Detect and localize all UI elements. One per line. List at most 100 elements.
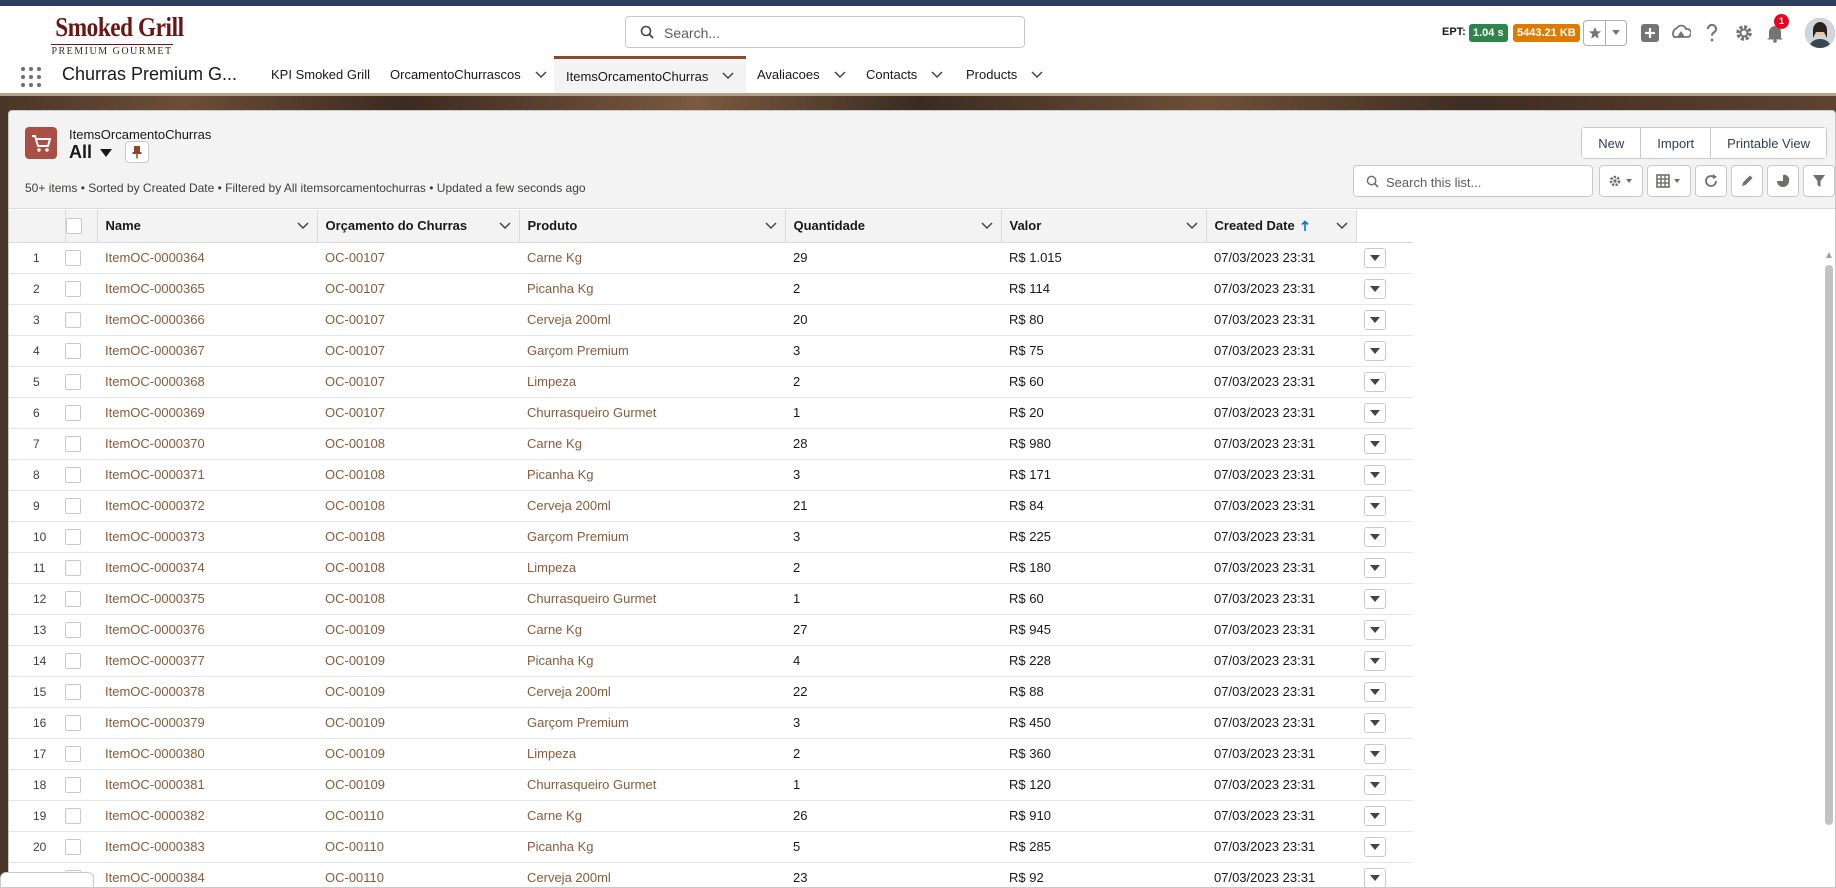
record-name-link[interactable]: ItemOC-0000364 — [105, 250, 205, 265]
orcamento-link[interactable]: OC-00108 — [325, 467, 385, 482]
produto-link[interactable]: Cerveja 200ml — [527, 498, 611, 513]
chevron-down-icon[interactable] — [834, 69, 846, 81]
tab-kpi-smoked-grill[interactable]: KPI Smoked Grill — [271, 56, 374, 93]
chevron-down-icon[interactable] — [1335, 220, 1348, 232]
row-actions-dropdown-button[interactable] — [1364, 495, 1386, 516]
filters-button[interactable] — [1803, 165, 1835, 197]
list-view-controls-button[interactable] — [1599, 165, 1643, 197]
chevron-down-icon[interactable] — [931, 69, 943, 81]
utility-bar-tab[interactable] — [0, 872, 94, 888]
tab-contacts[interactable]: Contacts — [866, 56, 943, 93]
row-actions-dropdown-button[interactable] — [1364, 867, 1386, 887]
orcamento-link[interactable]: OC-00109 — [325, 653, 385, 668]
row-checkbox[interactable] — [65, 466, 81, 483]
produto-link[interactable]: Cerveja 200ml — [527, 684, 611, 699]
column-header-name[interactable]: Name — [97, 210, 318, 243]
row-checkbox[interactable] — [65, 776, 81, 793]
list-search-input[interactable] — [1386, 172, 1586, 192]
orcamento-link[interactable]: OC-00107 — [325, 281, 385, 296]
produto-link[interactable]: Carne Kg — [527, 808, 582, 823]
record-name-link[interactable]: ItemOC-0000366 — [105, 312, 205, 327]
chevron-down-icon[interactable] — [1031, 69, 1043, 81]
orcamento-link[interactable]: OC-00108 — [325, 591, 385, 606]
row-actions-dropdown-button[interactable] — [1364, 402, 1386, 423]
orcamento-link[interactable]: OC-00110 — [325, 808, 384, 823]
chevron-down-icon[interactable] — [1185, 220, 1198, 232]
produto-link[interactable]: Churrasqueiro Gurmet — [527, 591, 656, 606]
tab-orcamento-churrascos[interactable]: OrcamentoChurrascos — [390, 56, 547, 93]
produto-link[interactable]: Carne Kg — [527, 622, 582, 637]
row-actions-dropdown-button[interactable] — [1364, 743, 1386, 764]
orcamento-link[interactable]: OC-00109 — [325, 684, 385, 699]
favorites-dropdown-button[interactable] — [1605, 21, 1626, 45]
row-actions-dropdown-button[interactable] — [1364, 371, 1386, 392]
row-actions-dropdown-button[interactable] — [1364, 433, 1386, 454]
record-name-link[interactable]: ItemOC-0000373 — [105, 529, 205, 544]
record-name-link[interactable]: ItemOC-0000379 — [105, 715, 205, 730]
row-actions-dropdown-button[interactable] — [1364, 526, 1386, 547]
chevron-down-icon[interactable] — [980, 220, 993, 232]
row-checkbox[interactable] — [65, 838, 81, 855]
record-name-link[interactable]: ItemOC-0000383 — [105, 839, 205, 854]
orcamento-link[interactable]: OC-00107 — [325, 405, 385, 420]
record-name-link[interactable]: ItemOC-0000378 — [105, 684, 205, 699]
chevron-down-icon[interactable] — [296, 220, 309, 232]
produto-link[interactable]: Cerveja 200ml — [527, 312, 611, 327]
printable-view-button[interactable]: Printable View — [1710, 128, 1826, 158]
row-actions-dropdown-button[interactable] — [1364, 774, 1386, 795]
row-actions-dropdown-button[interactable] — [1364, 309, 1386, 330]
produto-link[interactable]: Churrasqueiro Gurmet — [527, 405, 656, 420]
record-name-link[interactable]: ItemOC-0000381 — [105, 777, 205, 792]
orcamento-link[interactable]: OC-00108 — [325, 560, 385, 575]
produto-link[interactable]: Garçom Premium — [527, 343, 629, 358]
record-name-link[interactable]: ItemOC-0000375 — [105, 591, 205, 606]
chevron-down-icon[interactable] — [722, 70, 734, 82]
column-header-orcamento[interactable]: Orçamento do Churras — [317, 210, 520, 243]
row-checkbox[interactable] — [65, 404, 81, 421]
orcamento-link[interactable]: OC-00107 — [325, 374, 385, 389]
setup-button[interactable] — [1733, 22, 1755, 44]
record-name-link[interactable]: ItemOC-0000377 — [105, 653, 205, 668]
orcamento-link[interactable]: OC-00110 — [325, 839, 384, 854]
produto-link[interactable]: Picanha Kg — [527, 653, 594, 668]
row-actions-dropdown-button[interactable] — [1364, 650, 1386, 671]
orcamento-link[interactable]: OC-00107 — [325, 312, 385, 327]
orcamento-link[interactable]: OC-00109 — [325, 715, 385, 730]
record-name-link[interactable]: ItemOC-0000369 — [105, 405, 205, 420]
list-view-selector[interactable]: All — [69, 142, 113, 163]
row-actions-dropdown-button[interactable] — [1364, 805, 1386, 826]
tab-avaliacoes[interactable]: Avaliacoes — [757, 56, 846, 93]
app-logo[interactable]: Smoked Grill PREMIUM GOURMET — [46, 12, 184, 58]
row-checkbox[interactable] — [65, 249, 81, 266]
tab-items-orcamento-churras[interactable]: ItemsOrcamentoChurras — [554, 56, 746, 93]
row-checkbox[interactable] — [65, 652, 81, 669]
produto-link[interactable]: Picanha Kg — [527, 281, 594, 296]
global-search-box[interactable] — [625, 16, 1025, 48]
orcamento-link[interactable]: OC-00109 — [325, 746, 385, 761]
record-name-link[interactable]: ItemOC-0000371 — [105, 467, 205, 482]
row-actions-dropdown-button[interactable] — [1364, 588, 1386, 609]
column-header-valor[interactable]: Valor — [1001, 210, 1207, 243]
help-button[interactable] — [1701, 22, 1723, 44]
row-checkbox[interactable] — [65, 435, 81, 452]
vertical-scrollbar[interactable] — [1825, 265, 1833, 825]
row-actions-dropdown-button[interactable] — [1364, 681, 1386, 702]
orcamento-link[interactable]: OC-00107 — [325, 343, 385, 358]
chevron-down-icon[interactable] — [498, 220, 511, 232]
record-name-link[interactable]: ItemOC-0000372 — [105, 498, 205, 513]
produto-link[interactable]: Limpeza — [527, 374, 576, 389]
produto-link[interactable]: Carne Kg — [527, 436, 582, 451]
produto-link[interactable]: Carne Kg — [527, 250, 582, 265]
produto-link[interactable]: Limpeza — [527, 746, 576, 761]
row-checkbox[interactable] — [65, 714, 81, 731]
row-actions-dropdown-button[interactable] — [1364, 278, 1386, 299]
scroll-up-arrow-icon[interactable] — [1825, 251, 1833, 259]
row-actions-dropdown-button[interactable] — [1364, 247, 1386, 268]
chevron-down-icon[interactable] — [764, 220, 777, 232]
produto-link[interactable]: Churrasqueiro Gurmet — [527, 777, 656, 792]
orcamento-link[interactable]: OC-00109 — [325, 777, 385, 792]
orcamento-link[interactable]: OC-00109 — [325, 622, 385, 637]
list-search-box[interactable] — [1353, 165, 1593, 197]
produto-link[interactable]: Picanha Kg — [527, 839, 594, 854]
column-header-quantidade[interactable]: Quantidade — [785, 210, 1002, 243]
